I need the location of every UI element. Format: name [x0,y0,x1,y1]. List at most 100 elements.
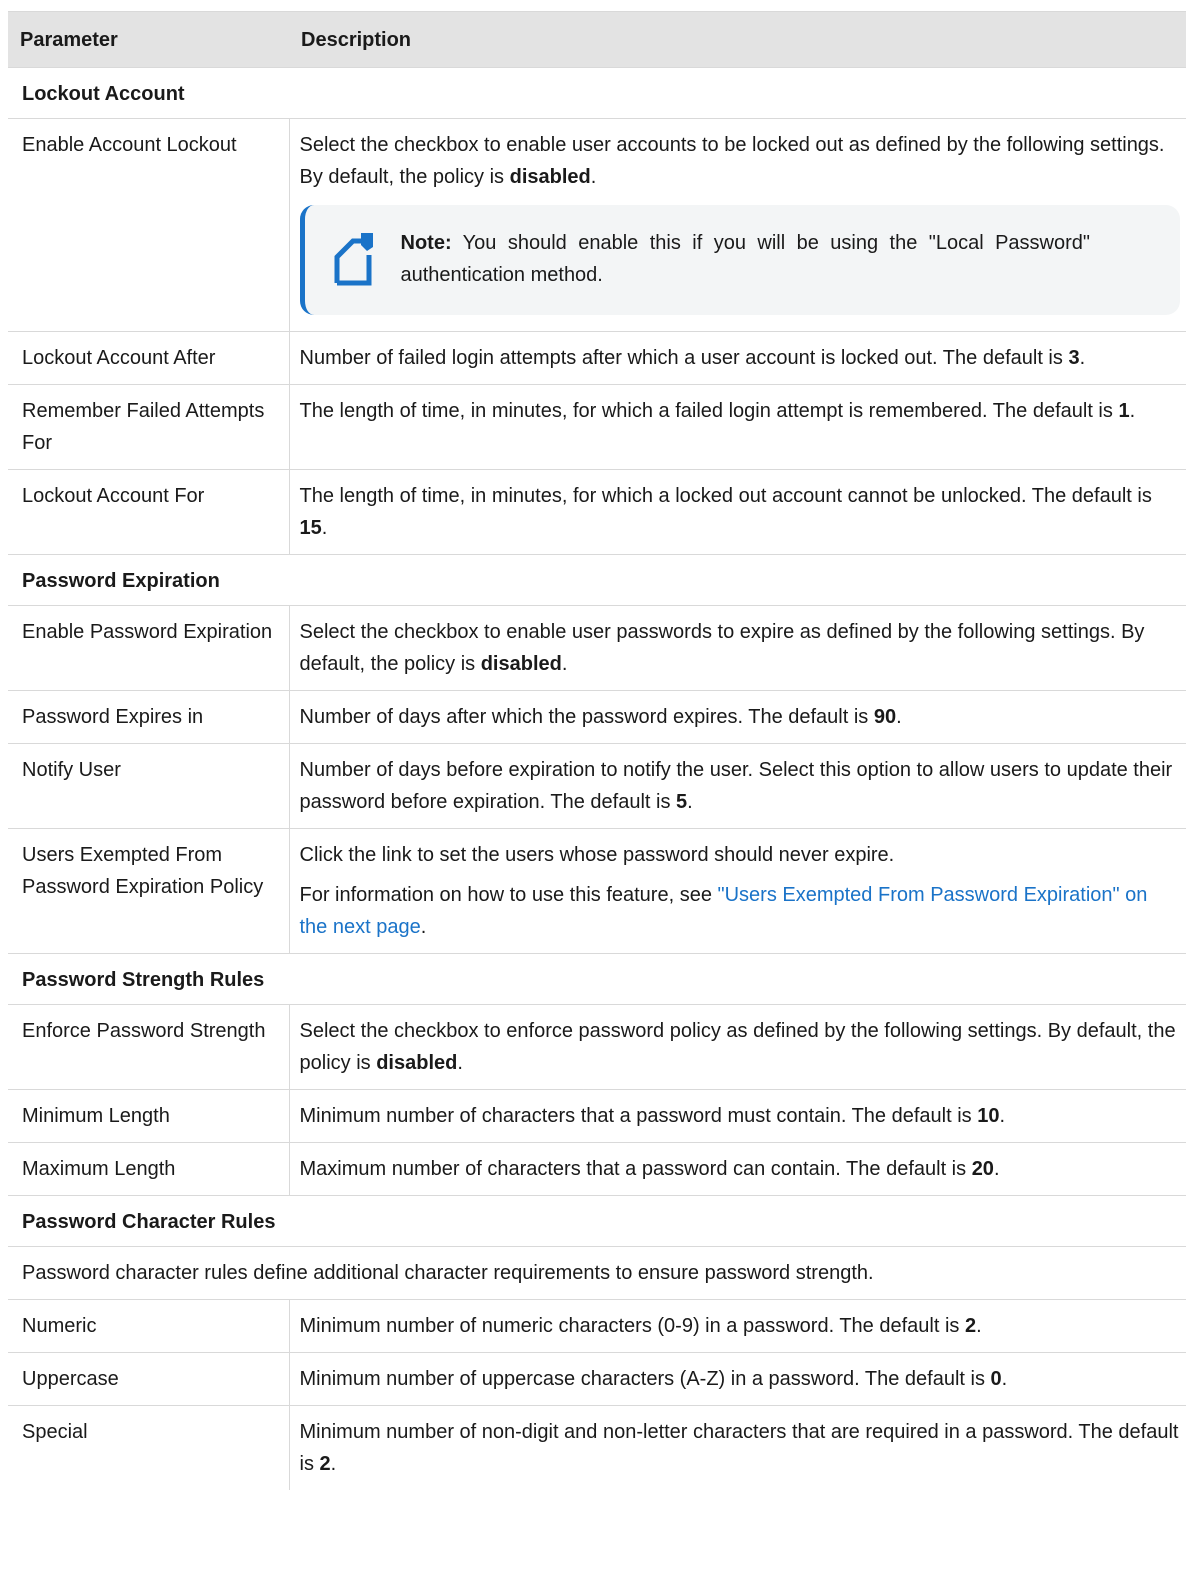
param-description: Minimum number of uppercase characters (… [289,1352,1186,1406]
desc-text-end: . [687,791,693,813]
param-description: The length of time, in minutes, for whic… [289,384,1186,470]
section-title: Password Expiration [8,554,1186,606]
desc-text: Number of days before expiration to noti… [299,759,1173,813]
param-name: Users Exempted From Password Expiration … [8,828,290,954]
param-name: Enable Password Expiration [8,605,290,691]
note-label: Note: [400,232,452,254]
param-name: Minimum Length [8,1089,290,1143]
desc-default-value: 10 [977,1105,1000,1127]
note-icon [334,233,373,286]
param-description: Number of days before expiration to noti… [289,743,1186,829]
desc-text: Minimum number of non-digit and non-lett… [299,1421,1179,1475]
param-description: Minimum number of non-digit and non-lett… [289,1405,1186,1490]
param-name: Lockout Account After [8,331,290,385]
desc-text-end: . [321,517,328,539]
desc-text-end: . [999,1105,1006,1127]
desc-text: The length of time, in minutes, for whic… [299,400,1119,422]
desc-text-end: . [561,653,568,675]
param-description: Minimum number of characters that a pass… [289,1089,1186,1143]
desc-text-end: . [1079,347,1086,369]
table-row: Lockout Account For The length of time, … [8,469,1186,555]
param-description: Maximum number of characters that a pass… [289,1142,1186,1196]
section-title: Password Character Rules [8,1195,1186,1247]
desc-default-value: 2 [964,1315,977,1337]
table-row: Password Expires in Number of days after… [8,690,1186,744]
table-row: Numeric Minimum number of numeric charac… [8,1299,1186,1353]
note-text: Note: You should enable this if you will… [401,227,1091,291]
table-header-row: Parameter Description [8,11,1186,68]
note-callout: Note: You should enable this if you will… [299,205,1180,315]
section-title: Password Strength Rules [8,953,1186,1005]
table-row: Enable Password Expiration Select the ch… [8,605,1186,691]
desc-text: Click the link to set the users whose pa… [299,844,895,866]
section-row-password-expiration: Password Expiration [8,554,1186,606]
note-body: You should enable this if you will be us… [400,232,1091,286]
desc-default-value: 2 [319,1453,331,1475]
table-row: Special Minimum number of non-digit and … [8,1405,1186,1490]
desc-text: Select the checkbox to enable user passw… [299,621,1145,675]
desc-xref-paragraph: For information on how to use this featu… [300,879,1181,943]
desc-text: Minimum number of characters that a pass… [299,1105,978,1127]
desc-text-end: . [993,1158,1000,1180]
parameters-table: Parameter Description Lockout Account En… [8,11,1186,1490]
param-description: Number of days after which the password … [289,690,1186,744]
header-parameter: Parameter [8,11,289,68]
desc-text-end: . [1001,1368,1008,1390]
table-row: Enable Account Lockout Select the checkb… [8,118,1186,332]
desc-default-value: 20 [971,1158,994,1180]
param-name: Enable Account Lockout [8,118,290,332]
param-description: Select the checkbox to enforce password … [289,1004,1186,1090]
desc-text: Select the checkbox to enable user accou… [299,134,1165,188]
section-row-password-strength-rules: Password Strength Rules [8,953,1186,1005]
desc-text: Number of days after which the password … [299,706,874,728]
desc-default-value: 15 [299,517,322,539]
desc-text-end: . [976,1315,982,1337]
desc-text-end: . [1129,400,1136,422]
param-name: Special [8,1405,290,1490]
param-description: Number of failed login attempts after wh… [289,331,1186,385]
param-name: Notify User [8,743,290,829]
desc-default-value: disabled [509,166,591,188]
table-row: Notify User Number of days before expira… [8,743,1186,829]
table-row: Remember Failed Attempts For The length … [8,384,1186,470]
table-row: Enforce Password Strength Select the che… [8,1004,1186,1090]
desc-text-end: . [896,706,902,728]
param-name: Remember Failed Attempts For [8,384,290,470]
desc-text-end: . [590,166,597,188]
section-row-password-character-rules: Password Character Rules [8,1195,1186,1247]
desc-text: Minimum number of numeric characters (0-… [299,1315,965,1337]
desc-text-end: . [420,916,427,938]
desc-default-value: 5 [676,791,688,813]
section-intro-row: Password character rules define addition… [8,1246,1186,1300]
param-name: Password Expires in [8,690,290,744]
param-name: Enforce Password Strength [8,1004,290,1090]
desc-default-value: 0 [990,1368,1002,1390]
desc-default-value: disabled [480,653,562,675]
desc-default-value: 1 [1118,400,1130,422]
section-title: Lockout Account [8,67,1186,119]
desc-text: For information on how to use this featu… [299,884,718,906]
section-row-lockout-account: Lockout Account [8,67,1186,119]
header-description: Description [289,11,1186,68]
desc-text: Number of failed login attempts after wh… [299,347,1069,369]
desc-default-value: 90 [873,706,897,728]
desc-text-end: . [330,1453,337,1475]
param-name: Lockout Account For [8,469,290,555]
param-name: Maximum Length [8,1142,290,1196]
desc-default-value: 3 [1068,347,1080,369]
param-description: Minimum number of numeric characters (0-… [289,1299,1186,1353]
table-row: Users Exempted From Password Expiration … [8,828,1186,954]
desc-default-value: disabled [376,1052,458,1074]
desc-text: The length of time, in minutes, for whic… [299,485,1152,507]
param-description: Select the checkbox to enable user accou… [289,118,1186,332]
param-description: The length of time, in minutes, for whic… [289,469,1186,555]
param-name: Uppercase [8,1352,290,1406]
section-intro: Password character rules define addition… [8,1246,1186,1300]
desc-text: Minimum number of uppercase characters (… [299,1368,991,1390]
desc-text: Maximum number of characters that a pass… [299,1158,972,1180]
table-row: Minimum Length Minimum number of charact… [8,1089,1186,1143]
param-description: Select the checkbox to enable user passw… [289,605,1186,691]
param-description: Click the link to set the users whose pa… [289,828,1186,954]
table-row: Maximum Length Maximum number of charact… [8,1142,1186,1196]
param-name: Numeric [8,1299,290,1353]
